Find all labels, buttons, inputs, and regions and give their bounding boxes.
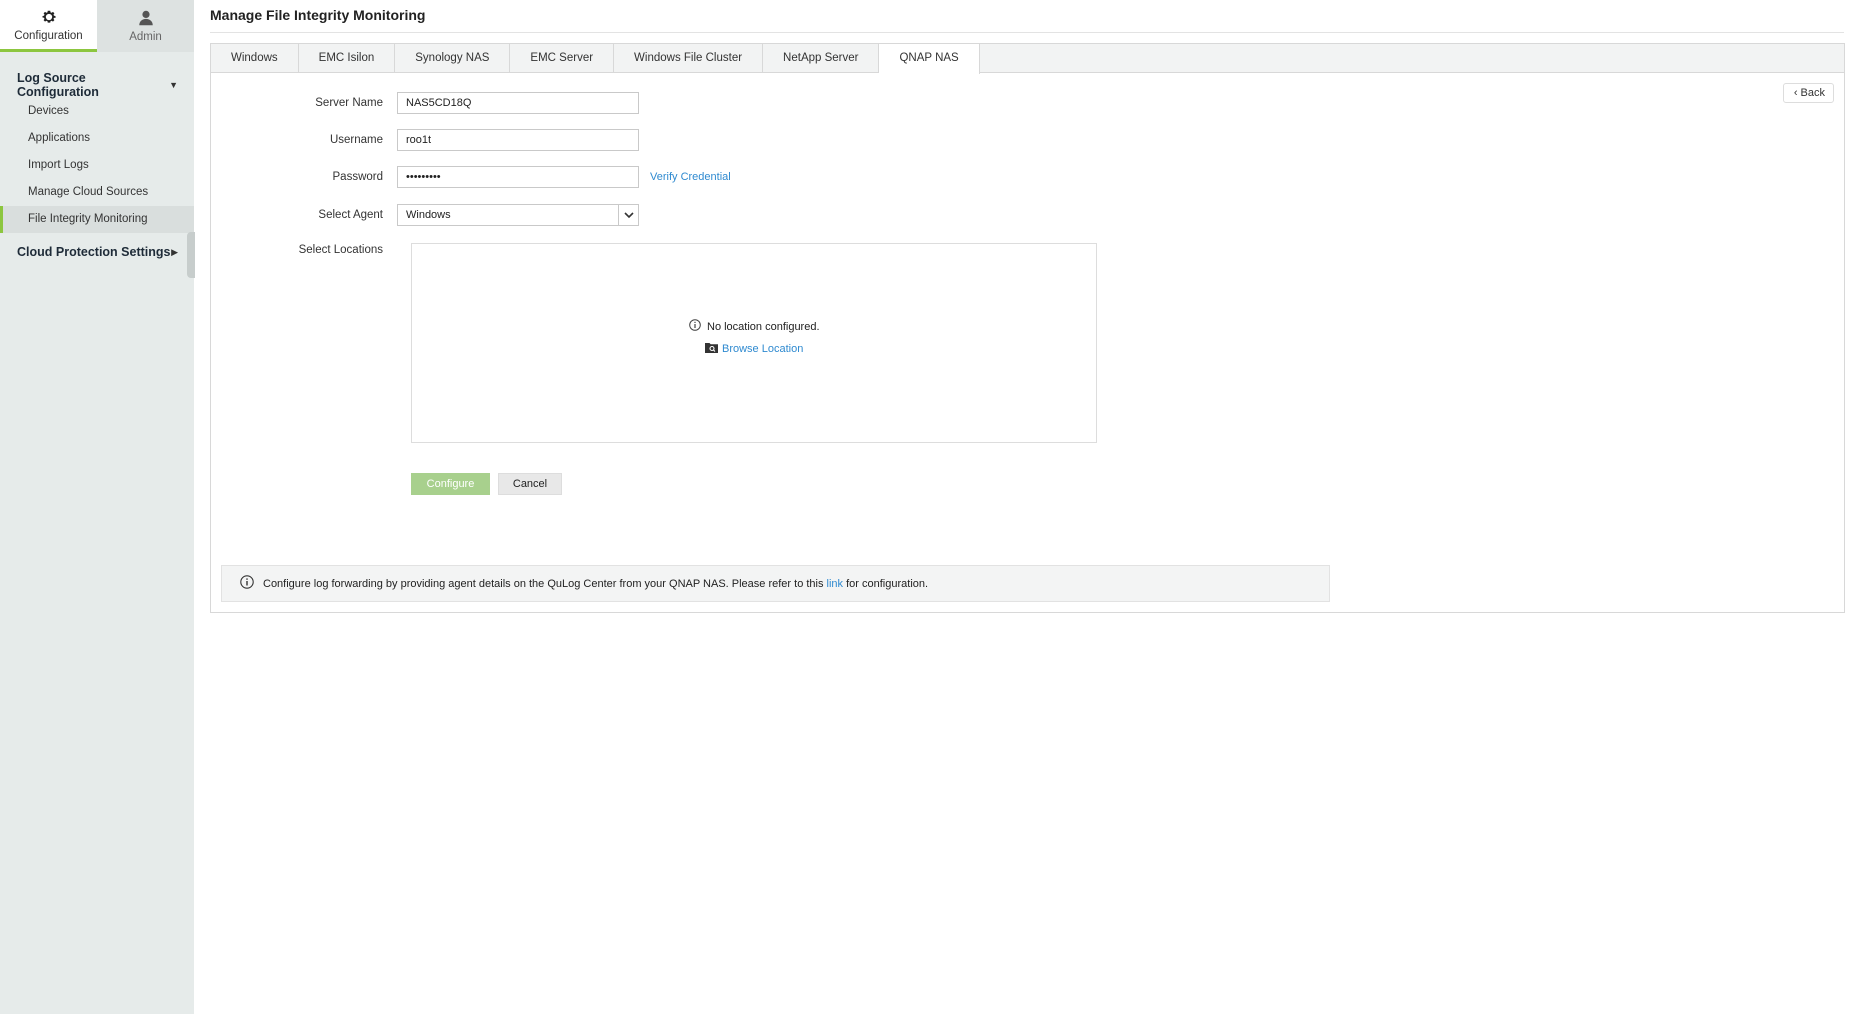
- tab-windows-file-cluster[interactable]: Windows File Cluster: [614, 44, 764, 73]
- main-content: Manage File Integrity Monitoring Windows…: [210, 0, 1845, 613]
- agent-row: Select Agent Windows: [211, 204, 639, 226]
- server-name-label: Server Name: [315, 97, 383, 109]
- caret-down-icon: ▼: [169, 80, 178, 90]
- agent-select[interactable]: Windows: [397, 204, 639, 226]
- nav-group-label: Cloud Protection Settings: [17, 245, 171, 259]
- info-text-after: for configuration.: [846, 577, 929, 590]
- gear-icon: [40, 8, 58, 26]
- sidebar-item-manage-cloud-sources[interactable]: Manage Cloud Sources: [0, 179, 194, 206]
- title-divider: [210, 32, 1844, 33]
- browse-location-label: Browse Location: [722, 343, 804, 355]
- back-button[interactable]: ‹ Back: [1782, 83, 1834, 103]
- nav-group-log-source-configuration[interactable]: Log Source Configuration ▼: [0, 71, 194, 99]
- nav-group-cloud-protection-settings[interactable]: Cloud Protection Settings ▶: [0, 239, 194, 265]
- sidebar: Configuration Admin Log Source Configura…: [0, 0, 195, 1014]
- sidebar-item-import-logs[interactable]: Import Logs: [0, 152, 194, 179]
- sidebar-top-tabs: Configuration Admin: [0, 0, 194, 52]
- sidebar-collapse-handle[interactable]: [187, 232, 195, 278]
- username-input[interactable]: roo1t: [397, 129, 639, 151]
- info-text-before: Configure log forwarding by providing ag…: [263, 577, 824, 590]
- chevron-down-icon[interactable]: [618, 205, 638, 225]
- info-icon: [240, 575, 254, 592]
- agent-label: Select Agent: [318, 209, 383, 221]
- folder-search-icon: [705, 342, 718, 356]
- tab-synology-nas[interactable]: Synology NAS: [395, 44, 511, 73]
- password-label: Password: [332, 171, 384, 183]
- tab-windows[interactable]: Windows: [211, 44, 299, 73]
- agent-select-value: Windows: [406, 209, 451, 221]
- chevron-left-icon: ‹: [1793, 87, 1798, 99]
- no-location-message: No location configured.: [689, 319, 820, 334]
- tab-netapp-server[interactable]: NetApp Server: [763, 44, 880, 73]
- verify-credential-link[interactable]: Verify Credential: [650, 171, 731, 183]
- tab-emc-server[interactable]: EMC Server: [510, 44, 615, 73]
- page-title: Manage File Integrity Monitoring: [210, 7, 426, 23]
- password-input[interactable]: •••••••••: [397, 166, 639, 188]
- info-link[interactable]: link: [827, 578, 844, 590]
- nav-group-label: Log Source Configuration: [17, 71, 99, 99]
- tab-admin[interactable]: Admin: [97, 0, 194, 52]
- tab-qnap-nas[interactable]: QNAP NAS: [879, 44, 980, 74]
- caret-right-icon: ▶: [171, 246, 178, 257]
- sidebar-item-file-integrity-monitoring[interactable]: File Integrity Monitoring: [0, 206, 194, 233]
- locations-label: Select Locations: [298, 244, 383, 256]
- user-icon: [137, 9, 155, 27]
- username-label: Username: [329, 134, 383, 146]
- fim-panel: Windows EMC Isilon Synology NAS EMC Serv…: [210, 43, 1845, 613]
- locations-box: No location configured. Browse Location: [411, 243, 1097, 443]
- tab-configuration-label: Configuration: [14, 29, 83, 42]
- sidebar-item-applications[interactable]: Applications: [0, 125, 194, 152]
- server-name-input[interactable]: NAS5CD18Q: [397, 92, 639, 114]
- info-icon: [689, 319, 701, 334]
- sidebar-item-devices[interactable]: Devices: [0, 98, 194, 125]
- cancel-button[interactable]: Cancel: [498, 473, 562, 495]
- info-banner: Configure log forwarding by providing ag…: [221, 565, 1330, 602]
- tab-admin-label: Admin: [129, 31, 162, 43]
- device-type-tabs: Windows EMC Isilon Synology NAS EMC Serv…: [211, 44, 1844, 74]
- tab-configuration[interactable]: Configuration: [0, 0, 97, 52]
- username-row: Username roo1t: [211, 129, 639, 151]
- back-label: Back: [1800, 87, 1825, 99]
- tab-emc-isilon[interactable]: EMC Isilon: [299, 44, 396, 73]
- configure-button[interactable]: Configure: [411, 473, 490, 495]
- no-location-text: No location configured.: [707, 320, 820, 333]
- browse-location-link[interactable]: Browse Location: [705, 342, 803, 356]
- sidebar-nav: Log Source Configuration ▼ Devices Appli…: [0, 52, 194, 265]
- locations-row: Select Locations: [211, 244, 397, 256]
- info-text: Configure log forwarding by providing ag…: [263, 578, 928, 590]
- password-row: Password ••••••••• Verify Credential: [211, 166, 731, 188]
- server-name-row: Server Name NAS5CD18Q: [211, 92, 639, 114]
